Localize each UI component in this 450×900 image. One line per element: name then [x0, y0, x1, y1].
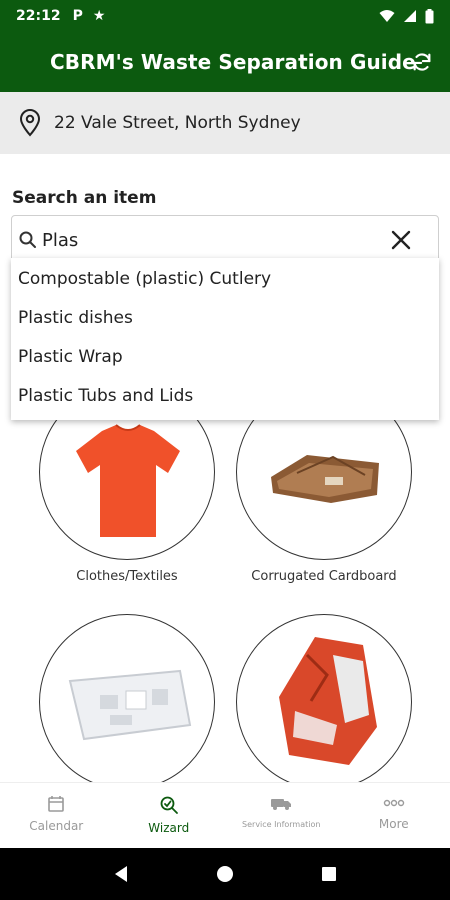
star-icon: ★	[92, 8, 106, 24]
address-bar[interactable]: 22 Vale Street, North Sydney	[0, 92, 450, 154]
nav-label: Calendar	[29, 819, 84, 833]
nav-label: More	[378, 817, 409, 831]
recents-icon[interactable]	[321, 866, 337, 882]
app-bar: CBRM's Waste Separation Guide	[0, 32, 450, 92]
refresh-icon	[413, 53, 431, 71]
nav-wizard[interactable]: Wizard	[113, 783, 226, 848]
suggestion-item[interactable]: Plastic dishes	[11, 298, 439, 337]
item-image-circle[interactable]	[39, 614, 215, 790]
polystyrene-image	[68, 669, 192, 741]
system-nav-bar	[0, 848, 450, 900]
suggestion-item[interactable]: Plastic Wrap	[11, 337, 439, 376]
more-dots-icon	[383, 799, 404, 807]
signal-icon	[404, 10, 416, 22]
close-icon[interactable]	[390, 229, 412, 251]
home-icon[interactable]	[215, 864, 235, 884]
search-input[interactable]	[42, 229, 362, 251]
status-bar: 22:12 P ★	[0, 0, 450, 32]
nav-label: Wizard	[148, 821, 190, 835]
wrapper-image	[279, 637, 377, 765]
item-label: Clothes/Textiles	[76, 569, 178, 584]
status-time: 22:12	[16, 8, 61, 24]
item-label: Corrugated Cardboard	[251, 569, 397, 584]
calendar-icon	[48, 796, 65, 812]
nav-calendar[interactable]: Calendar	[0, 783, 113, 848]
suggestion-item[interactable]: Plastic Tubs and Lids	[11, 376, 439, 415]
truck-icon	[271, 799, 292, 810]
nav-label: Service Information	[242, 820, 321, 829]
search-label: Search an item	[12, 188, 157, 208]
parking-icon: P	[72, 8, 83, 24]
wizard-search-icon	[160, 796, 178, 814]
address-text: 22 Vale Street, North Sydney	[54, 113, 301, 133]
search-icon	[19, 231, 36, 248]
nav-service-information[interactable]: Service Information	[225, 783, 338, 848]
suggestion-item[interactable]: Compostable (plastic) Cutlery	[11, 259, 439, 298]
back-icon[interactable]	[113, 865, 129, 883]
nav-more[interactable]: More	[338, 783, 450, 848]
battery-icon	[425, 8, 434, 23]
wifi-icon	[379, 10, 395, 22]
refresh-button[interactable]	[408, 48, 436, 76]
item-image-circle[interactable]	[236, 614, 412, 790]
location-pin-icon	[19, 109, 41, 137]
suggestion-list: Compostable (plastic) Cutlery Plastic di…	[11, 258, 439, 420]
app-title: CBRM's Waste Separation Guide	[50, 50, 416, 74]
bottom-nav: Calendar Wizard Service Information More	[0, 782, 450, 848]
